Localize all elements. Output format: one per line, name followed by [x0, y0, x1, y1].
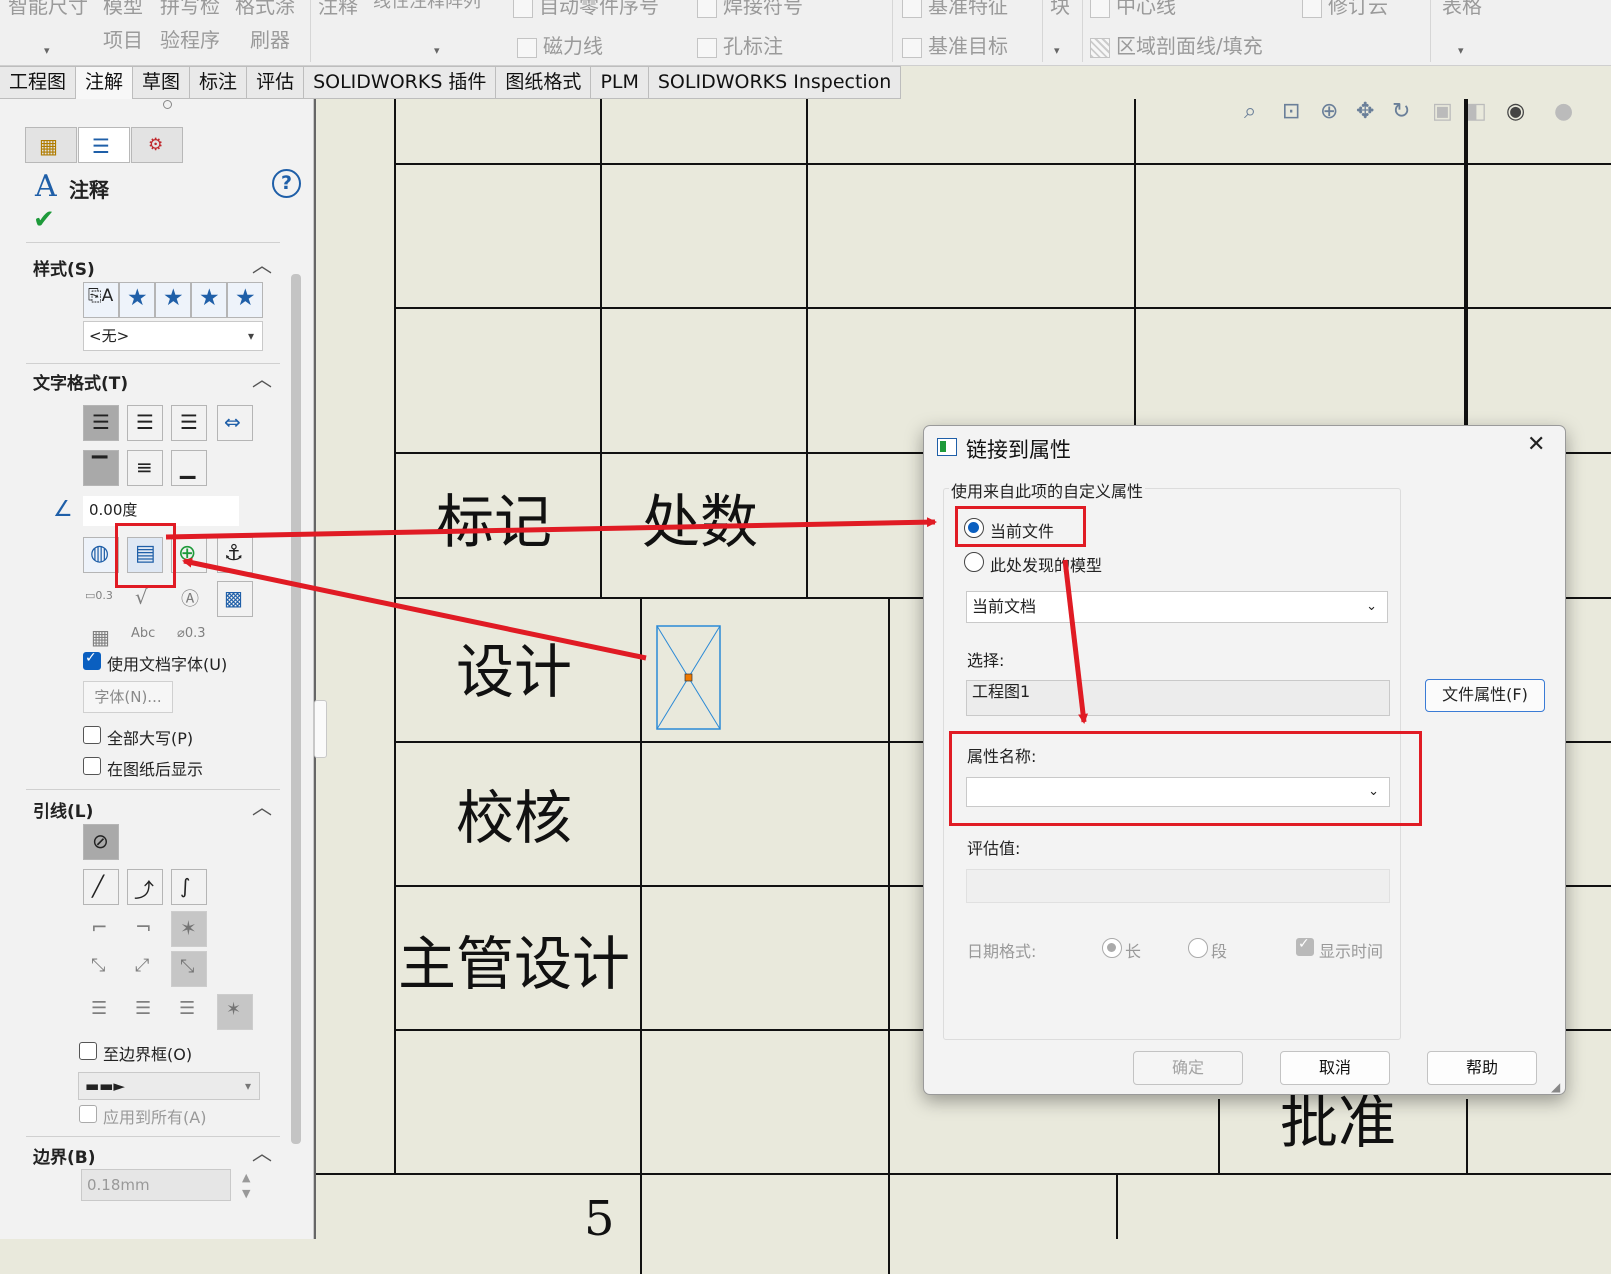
arrow-to-link-button	[182, 557, 647, 661]
arrow-to-property-name	[1062, 559, 1089, 724]
arrow-to-current-file	[165, 517, 937, 540]
annotation-arrows	[165, 517, 1089, 724]
